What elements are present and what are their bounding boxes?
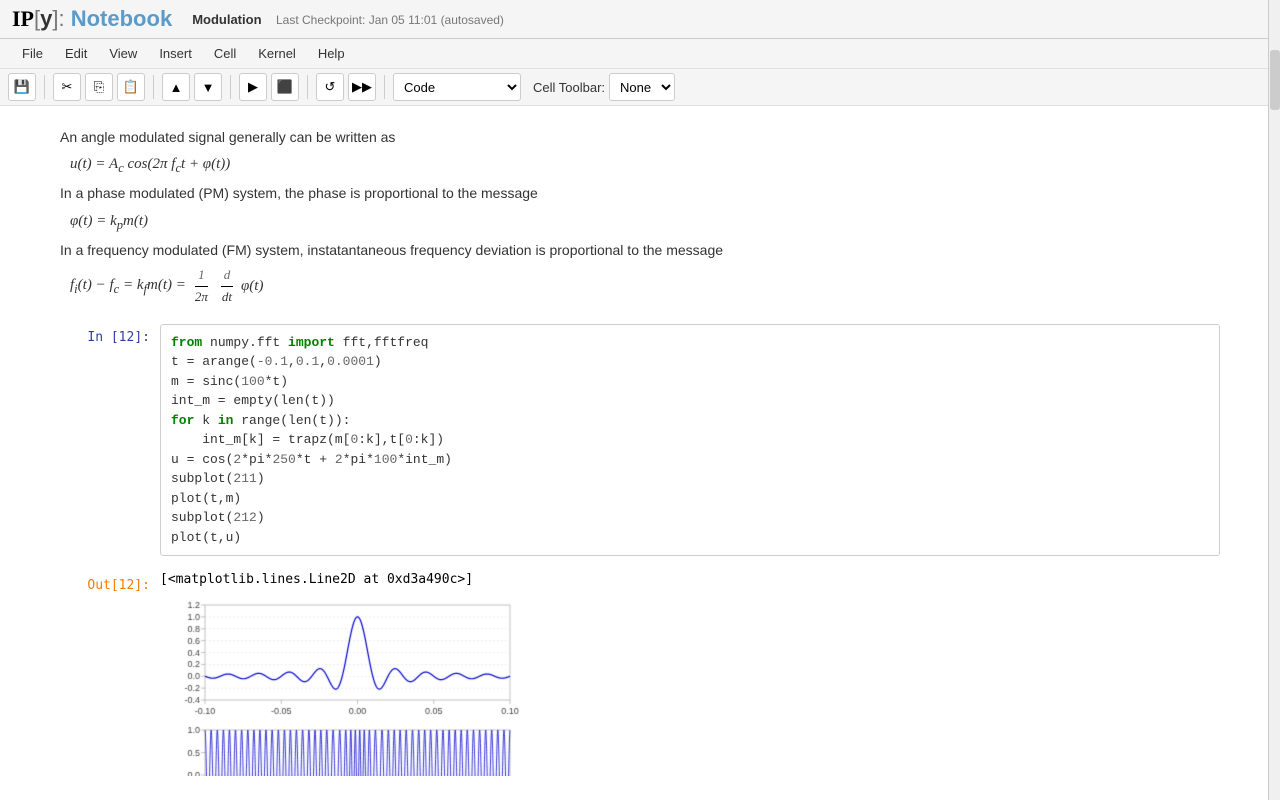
save-button[interactable]: 💾 [8, 73, 36, 101]
code-line-10: subplot(212) [171, 508, 1209, 528]
separator5 [384, 75, 385, 99]
plot-top [160, 595, 520, 725]
fm-text: In a frequency modulated (FM) system, in… [60, 239, 1220, 261]
move-down-button[interactable]: ▼ [194, 73, 222, 101]
code-cell-12: In [12]: from numpy.fft import fft,fftfr… [60, 324, 1220, 557]
output-text: [<matplotlib.lines.Line2D at 0xd3a490c>] [160, 572, 1220, 587]
code-line-8: subplot(211) [171, 469, 1209, 489]
separator4 [307, 75, 308, 99]
menu-view[interactable]: View [99, 43, 147, 64]
menu-edit[interactable]: Edit [55, 43, 97, 64]
cut-button[interactable]: ✂ [53, 73, 81, 101]
logo-ip: IP [12, 6, 34, 31]
code-line-2: t = arange(-0.1,0.1,0.0001) [171, 352, 1209, 372]
code-line-9: plot(t,m) [171, 489, 1209, 509]
title-area: Modulation Last Checkpoint: Jan 05 11:01… [192, 12, 504, 27]
menu-help[interactable]: Help [308, 43, 355, 64]
menubar: File Edit View Insert Cell Kernel Help [0, 39, 1280, 69]
notebook-title: Modulation [192, 12, 261, 27]
cell-type-select[interactable]: Code Markdown Raw NBConvert [393, 73, 521, 101]
separator2 [153, 75, 154, 99]
code-line-3: m = sinc(100*t) [171, 372, 1209, 392]
output-area: [<matplotlib.lines.Line2D at 0xd3a490c>] [160, 572, 1220, 776]
copy-button[interactable]: ⎘ [85, 73, 113, 101]
menu-cell[interactable]: Cell [204, 43, 246, 64]
out-prompt: Out[12]: [60, 572, 160, 593]
menu-insert[interactable]: Insert [149, 43, 202, 64]
toolbar: 💾 ✂ ⎘ 📋 ▲ ▼ ▶ ⬛ ↺ ▶▶ Code Markdown Raw N… [0, 69, 1280, 106]
code-line-4: int_m = empty(len(t)) [171, 391, 1209, 411]
pm-text: In a phase modulated (PM) system, the ph… [60, 182, 1220, 204]
run-button[interactable]: ▶ [239, 73, 267, 101]
paste-button[interactable]: 📋 [117, 73, 145, 101]
in-prompt: In [12]: [60, 324, 160, 345]
restart-button[interactable]: ↺ [316, 73, 344, 101]
formula-3: fi(t) − fc = kfm(t) = 1 2π d dt φ(t) [70, 265, 1220, 308]
separator [44, 75, 45, 99]
code-editor[interactable]: from numpy.fft import fft,fftfreq t = ar… [160, 324, 1220, 557]
scrollbar-thumb[interactable] [1270, 50, 1280, 110]
logo: IP[y]: Notebook [12, 6, 172, 32]
plot-bottom [160, 725, 520, 776]
move-up-button[interactable]: ▲ [162, 73, 190, 101]
formula-1: u(t) = Ac cos(2π fct + φ(t)) [70, 152, 1220, 178]
separator3 [230, 75, 231, 99]
logo-bracket-close: ]: [52, 6, 64, 31]
menu-kernel[interactable]: Kernel [248, 43, 306, 64]
cell-toolbar-select[interactable]: None [609, 73, 675, 101]
code-line-1: from numpy.fft import fft,fftfreq [171, 333, 1209, 353]
header: IP[y]: Notebook Modulation Last Checkpoi… [0, 0, 1280, 39]
code-line-7: u = cos(2*pi*250*t + 2*pi*100*int_m) [171, 450, 1209, 470]
output-cell-12: Out[12]: [<matplotlib.lines.Line2D at 0x… [60, 572, 1220, 776]
menu-file[interactable]: File [12, 43, 53, 64]
code-line-5: for k in range(len(t)): [171, 411, 1209, 431]
code-line-11: plot(t,u) [171, 528, 1209, 548]
logo-y: y [40, 6, 52, 31]
notebook-content: An angle modulated signal generally can … [0, 106, 1280, 776]
intro-text: An angle modulated signal generally can … [60, 126, 1220, 148]
text-cell-1: An angle modulated signal generally can … [60, 126, 1220, 308]
code-line-6: int_m[k] = trapz(m[0:k],t[0:k]) [171, 430, 1209, 450]
interrupt-button[interactable]: ⬛ [271, 73, 299, 101]
scrollbar[interactable] [1268, 0, 1280, 800]
checkpoint-info: Last Checkpoint: Jan 05 11:01 (autosaved… [276, 13, 504, 27]
formula-2: φ(t) = kpm(t) [70, 209, 1220, 235]
run-all-button[interactable]: ▶▶ [348, 73, 376, 101]
cell-toolbar-label: Cell Toolbar: [533, 80, 605, 95]
logo-notebook: Notebook [71, 6, 172, 31]
